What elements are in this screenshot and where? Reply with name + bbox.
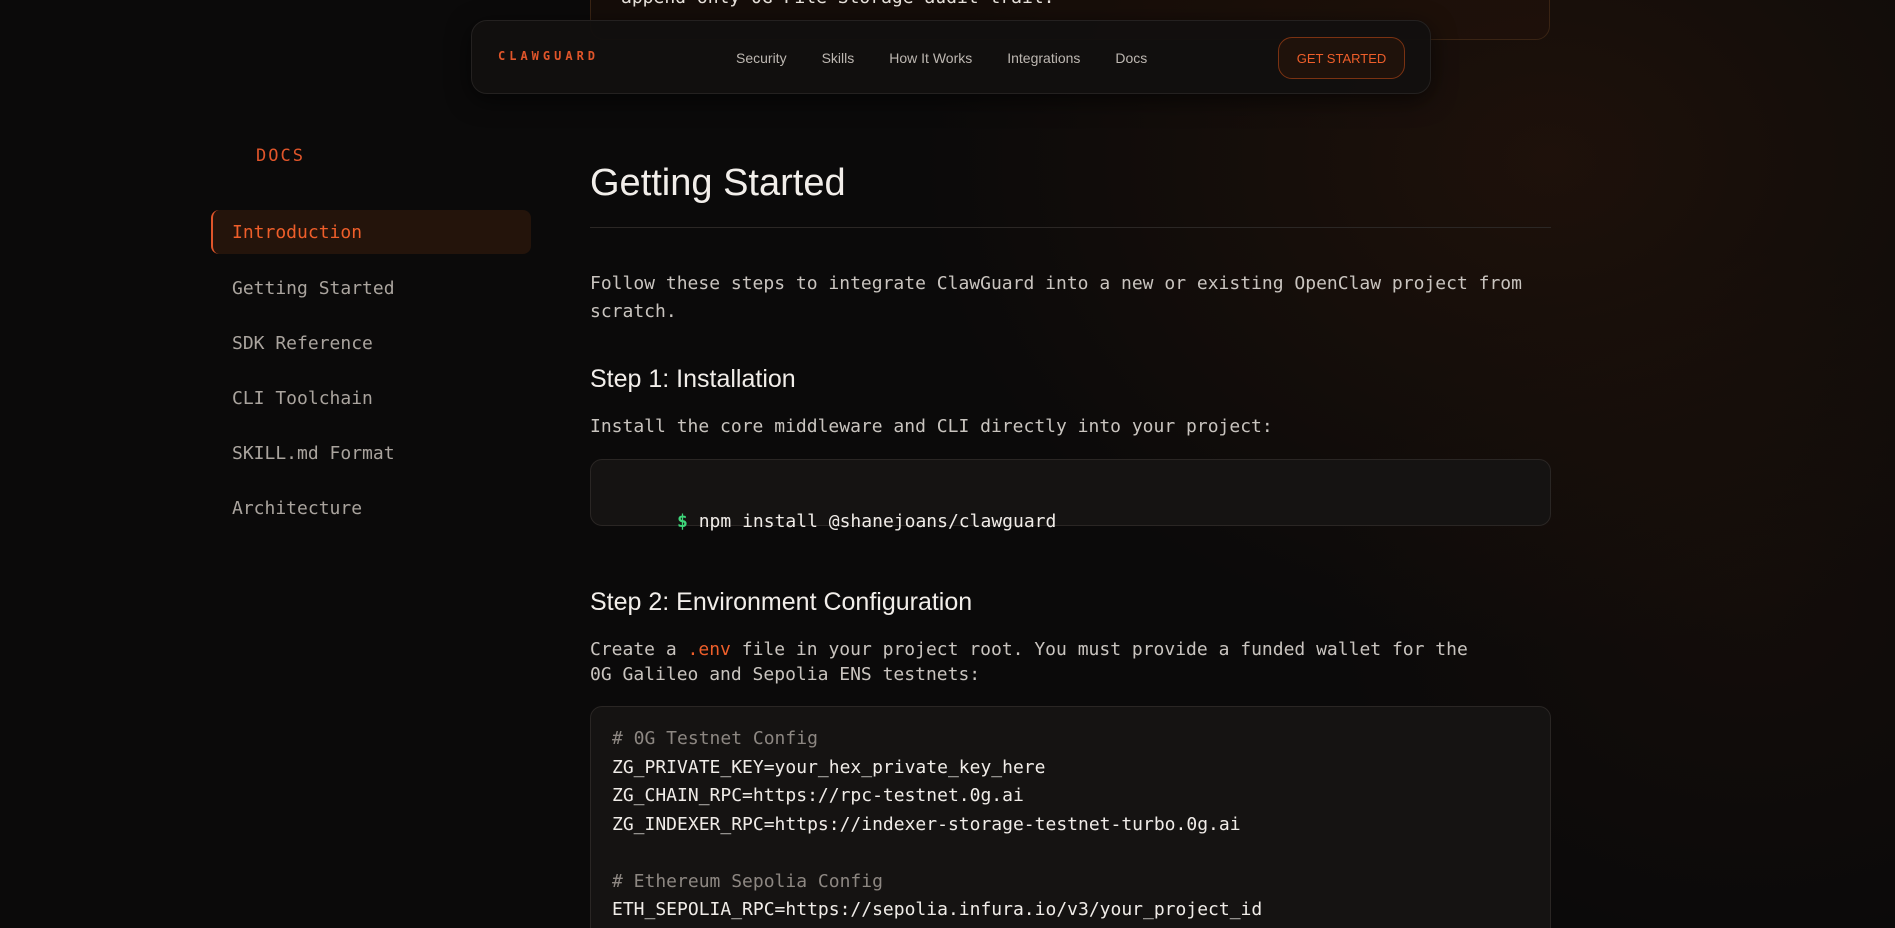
intro-paragraph: Follow these steps to integrate ClawGuar…: [590, 273, 1522, 322]
env-code-block[interactable]: # 0G Testnet Config ZG_PRIVATE_KEY=your_…: [590, 706, 1551, 928]
nav-link-docs[interactable]: Docs: [1115, 50, 1147, 66]
step2-text: Create a .env file in your project root.…: [590, 637, 1490, 687]
sidebar-item-architecture[interactable]: Architecture: [211, 486, 531, 530]
docs-content: Getting Started Follow these steps to in…: [590, 160, 1551, 928]
top-navbar: CLAWGUARD Security Skills How It Works I…: [471, 20, 1431, 94]
step1-heading: Step 1: Installation: [590, 365, 796, 393]
install-code-block[interactable]: $ npm install @shanejoans/clawguard: [590, 459, 1551, 532]
code-line-indexer-rpc: ZG_INDEXER_RPC=https://indexer-storage-t…: [612, 813, 1241, 835]
title-divider: [590, 227, 1551, 228]
sidebar-item-sdk-reference[interactable]: SDK Reference: [211, 321, 531, 365]
code-line-chain-rpc: ZG_CHAIN_RPC=https://rpc-testnet.0g.ai: [612, 785, 1024, 806]
previous-section-text: append-only 0G File Storage audit trail.: [621, 0, 1054, 8]
nav-links: Security Skills How It Works Integration…: [736, 50, 1182, 66]
sidebar-item-introduction[interactable]: Introduction: [211, 210, 531, 254]
install-command[interactable]: npm install @shanejoans/clawguard: [699, 511, 1057, 532]
env-file-name: .env: [687, 639, 731, 660]
nav-link-skills[interactable]: Skills: [822, 50, 855, 66]
step1-text: Install the core middleware and CLI dire…: [590, 416, 1273, 437]
nav-link-integrations[interactable]: Integrations: [1007, 50, 1080, 66]
sidebar-item-skill-format[interactable]: SKILL.md Format: [211, 431, 531, 475]
page-title: Getting Started: [590, 162, 846, 204]
get-started-button[interactable]: GET STARTED: [1278, 37, 1405, 79]
step2-text-before: Create a: [590, 639, 688, 660]
nav-link-security[interactable]: Security: [736, 50, 787, 66]
code-line-sepolia-rpc: ETH_SEPOLIA_RPC=https://sepolia.infura.i…: [612, 899, 1263, 920]
sidebar-item-getting-started[interactable]: Getting Started: [211, 266, 531, 310]
sidebar-item-cli-toolchain[interactable]: CLI Toolchain: [211, 376, 531, 420]
code-comment-sepolia: # Ethereum Sepolia Config: [612, 870, 883, 892]
shell-prompt: $: [677, 510, 688, 532]
brand-logo[interactable]: CLAWGUARD: [498, 49, 599, 63]
step2-heading: Step 2: Environment Configuration: [590, 588, 973, 616]
code-comment-0g: # 0G Testnet Config: [612, 728, 818, 749]
code-line-private-key: ZG_PRIVATE_KEY=your_hex_private_key_here: [612, 756, 1046, 778]
sidebar-title: DOCS: [256, 146, 305, 166]
nav-link-how-it-works[interactable]: How It Works: [889, 50, 972, 66]
